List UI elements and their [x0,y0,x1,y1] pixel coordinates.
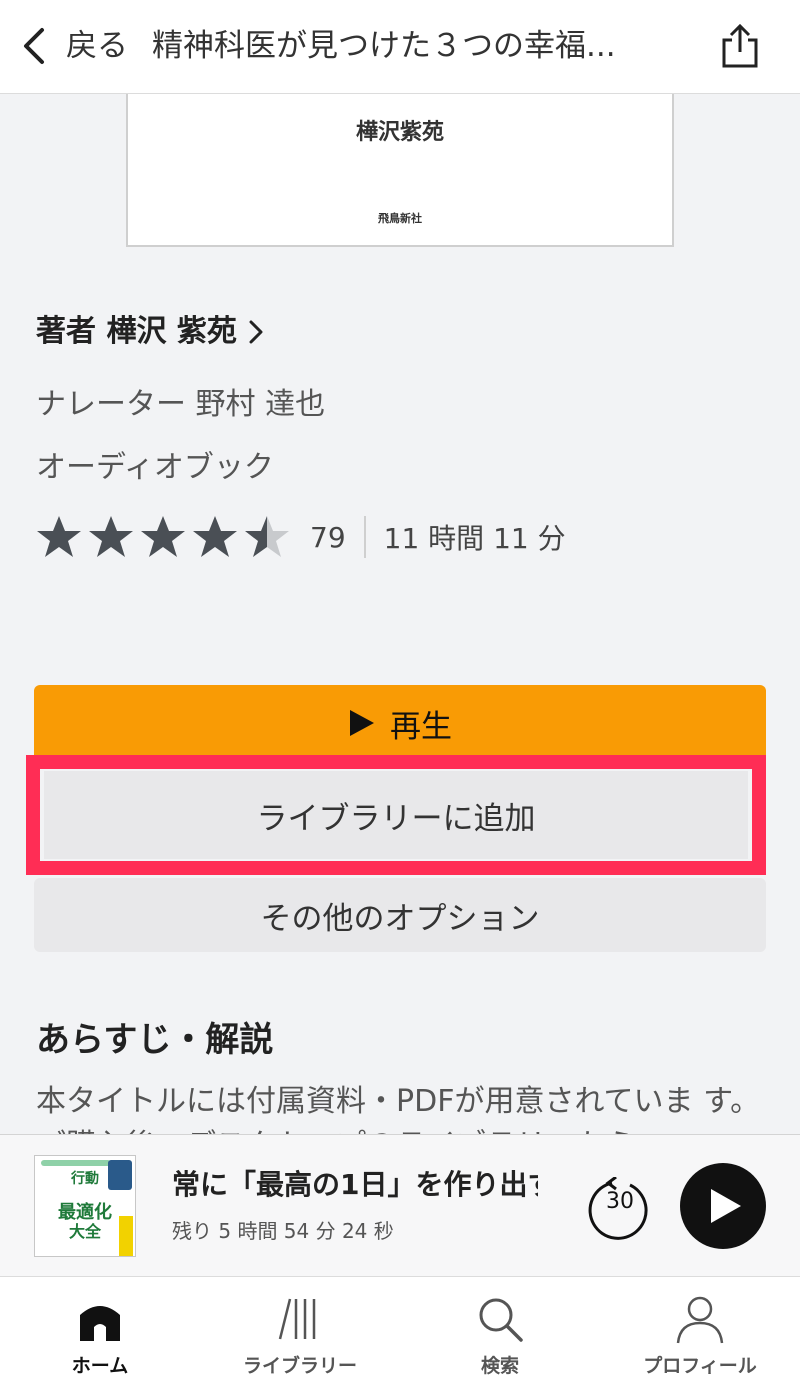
book-cover: 樺沢紫苑 飛鳥新社 [126,94,674,247]
summary-heading: あらすじ・解説 [36,1020,274,1060]
tab-bar: ホーム ライブラリー 検索 プロフィール [0,1276,800,1379]
more-options-label: その他のオプション [260,900,540,937]
cover-line: 行動 [71,1171,99,1187]
tab-search[interactable]: 検索 [400,1277,600,1379]
share-icon[interactable] [716,22,764,70]
tab-profile[interactable]: プロフィール [600,1277,800,1379]
tab-library[interactable]: ライブラリー [200,1277,400,1379]
mini-player[interactable]: 行動 最適化 大全 常に「最高の1日」を作り出す 残り 5 時間 54 分 24… [0,1134,800,1276]
mini-player-title[interactable]: 常に「最高の1日」を作り出す [172,1165,538,1205]
profile-icon [676,1296,724,1344]
library-icon [278,1298,316,1340]
mini-play-button[interactable] [680,1163,766,1249]
star-icon [37,516,81,557]
cover-decoration [41,1160,111,1166]
cover-author-text: 樺沢紫苑 [355,120,444,145]
tab-home[interactable]: ホーム [0,1277,200,1379]
chevron-right-icon [249,320,263,344]
star-rating [36,514,290,560]
mini-player-cover[interactable]: 行動 最適化 大全 [34,1155,136,1257]
add-to-library-button[interactable]: ライブラリーに追加 [44,771,748,859]
format-text: オーディオブック [36,450,274,485]
star-icon [89,516,133,557]
search-icon [479,1298,523,1342]
page-title: 精神科医が見つけた３つの幸福... [152,28,616,64]
tab-label: プロフィール [643,1355,757,1377]
add-to-library-label: ライブラリーに追加 [256,800,536,837]
home-icon [80,1306,120,1341]
star-icon [193,516,237,557]
top-bar: 戻る 精神科医が見つけた３つの幸福... [0,0,800,94]
duration-text: 11 時間 11 分 [383,522,566,555]
star-icon [245,516,289,557]
star-icon [141,516,185,557]
back-button[interactable]: 戻る [66,26,128,66]
skip-seconds: 30 [606,1189,634,1214]
play-icon [350,710,374,736]
play-button[interactable]: 再生 [34,685,766,761]
tab-label: 検索 [480,1355,519,1377]
divider [363,516,366,558]
tab-label: ホーム [71,1355,129,1377]
time-remaining: 残り 5 時間 54 分 24 秒 [172,1219,394,1243]
rating-row: 79 11 時間 11 分 [36,512,566,562]
narrator-text: ナレーター 野村 達也 [36,387,326,422]
author-link[interactable]: 著者 樺沢 紫苑 [36,310,265,354]
cover-publisher-text: 飛鳥新社 [378,212,422,225]
author-label: 著者 樺沢 紫苑 [36,314,237,349]
rating-count: 79 [310,520,346,554]
play-icon [711,1189,741,1223]
cover-strip [119,1216,133,1256]
play-button-label: 再生 [390,708,452,745]
chevron-left-icon[interactable] [18,26,48,66]
tab-label: ライブラリー [242,1355,357,1377]
more-options-button[interactable]: その他のオプション [34,878,766,952]
